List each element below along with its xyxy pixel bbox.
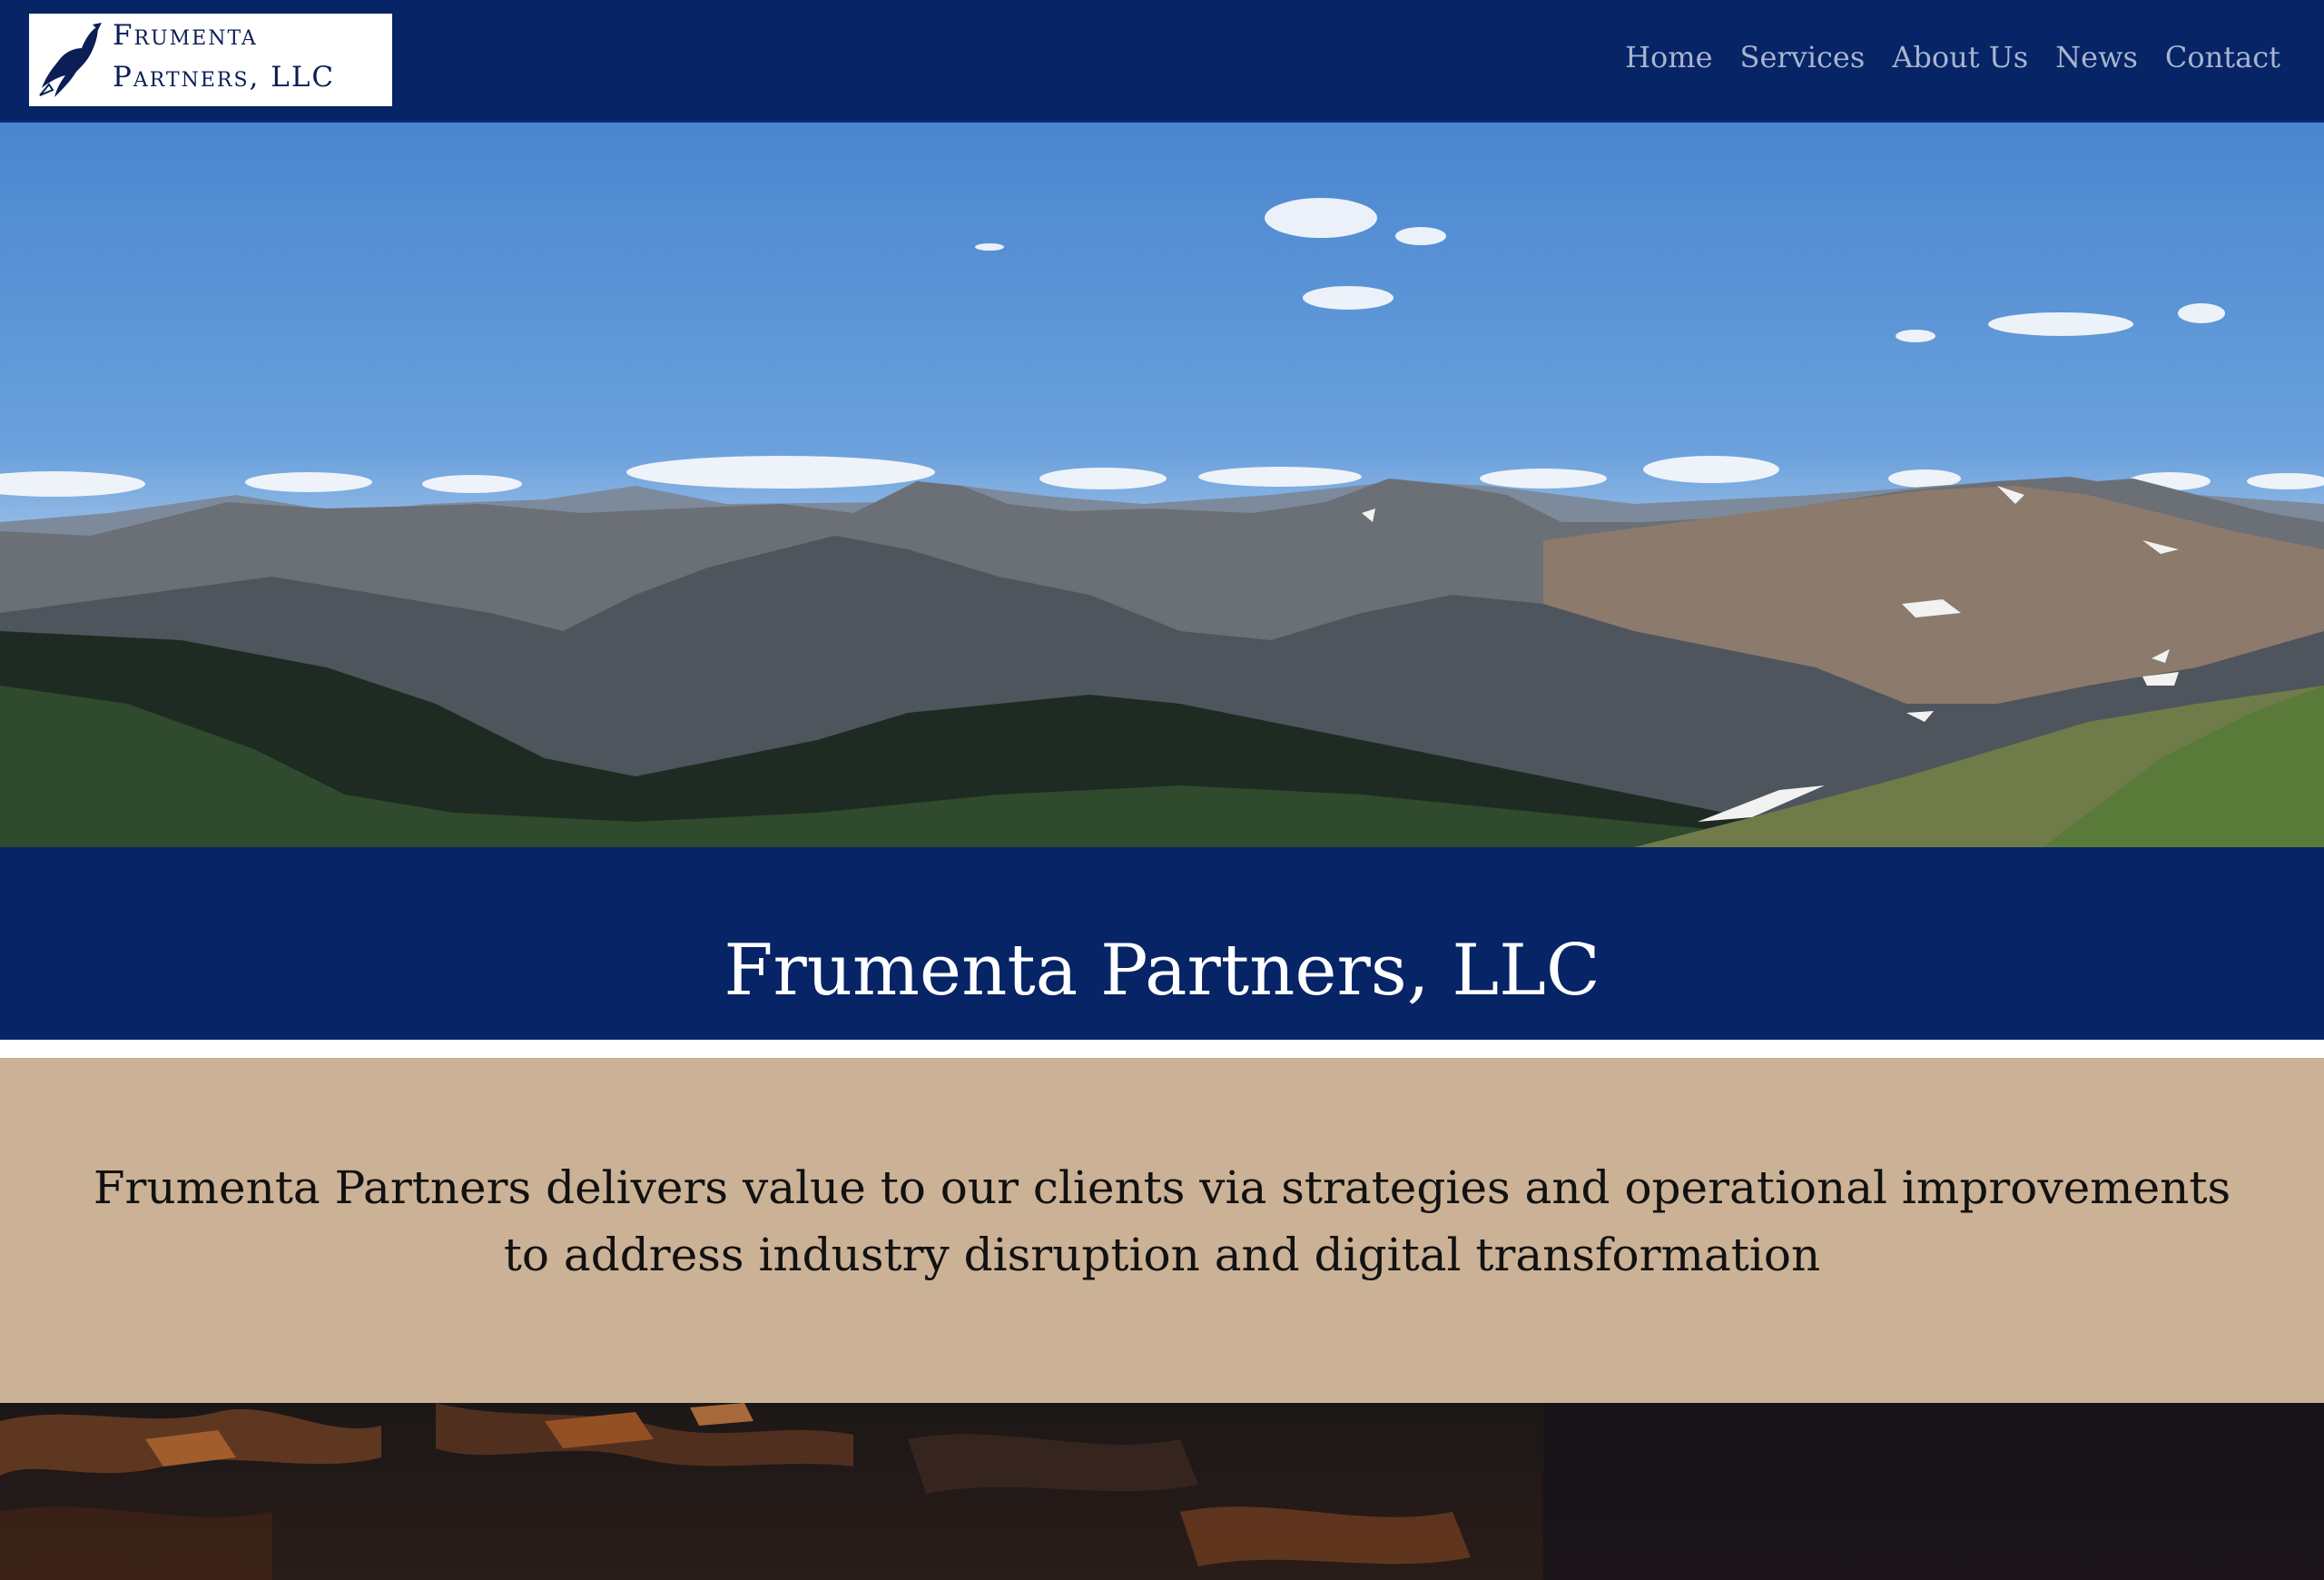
eagle-icon bbox=[39, 23, 102, 97]
nav-home[interactable]: Home bbox=[1625, 40, 1712, 74]
nav-services[interactable]: Services bbox=[1740, 40, 1866, 74]
logo-line-1: Frumenta bbox=[113, 19, 258, 52]
site-logo[interactable]: Frumenta Partners, LLC bbox=[29, 14, 392, 106]
page-title: Frumenta Partners, LLC bbox=[724, 930, 1600, 1012]
site-header: Frumenta Partners, LLC Home Services Abo… bbox=[0, 0, 2324, 123]
tagline-section: Frumenta Partners delivers value to our … bbox=[0, 1058, 2324, 1403]
nav-about-us[interactable]: About Us bbox=[1892, 40, 2028, 74]
sunset-image bbox=[0, 1403, 2324, 1580]
divider bbox=[0, 1040, 2324, 1058]
clouds bbox=[0, 198, 2324, 497]
nav-news[interactable]: News bbox=[2055, 40, 2138, 74]
title-band: Frumenta Partners, LLC bbox=[0, 847, 2324, 1040]
logo-line-2: Partners, LLC bbox=[113, 61, 336, 94]
hero-mountain-image bbox=[0, 123, 2324, 847]
tagline-text: Frumenta Partners delivers value to our … bbox=[93, 1161, 2231, 1281]
main-nav: Home Services About Us News Contact bbox=[1625, 40, 2280, 74]
nav-contact[interactable]: Contact bbox=[2165, 40, 2280, 74]
